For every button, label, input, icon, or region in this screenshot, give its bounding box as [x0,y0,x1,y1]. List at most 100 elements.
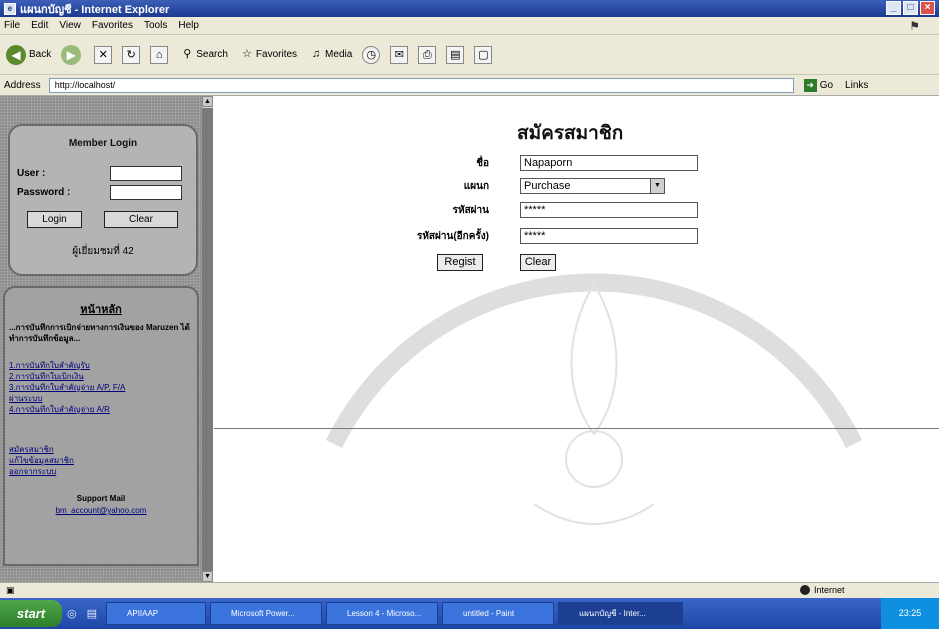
media-button[interactable]: ♫ Media [307,46,352,64]
ie-icon: e [4,2,16,15]
system-tray: 23:25 [881,598,939,629]
scroll-down-icon[interactable]: ▼ [202,571,213,582]
password-input[interactable] [110,185,182,200]
task-powerpoint[interactable]: Microsoft Power... [210,602,323,625]
main-content: สมัครสมาชิก ชื่อ Napaporn แผนก Purchase … [214,96,939,582]
password-label: รหัสผ่าน [452,205,489,216]
chevron-down-icon[interactable]: ▼ [650,179,664,193]
search-icon: ⚲ [183,47,192,60]
print-button[interactable]: ⎙ [418,45,437,64]
security-zone: Internet [800,585,845,595]
sidebar: Member Login User : Password : Login Cle… [0,96,201,582]
search-button[interactable]: ⚲ Search [178,46,228,64]
department-value: Purchase [524,180,571,192]
favorites-label: Favorites [255,49,298,60]
back-button[interactable]: ◀ Back [6,44,52,65]
support-label: Support Mail [76,494,126,503]
department-label: แผนก [463,181,489,192]
toolbar: ◀ Back ▶ ✕ ↻ ⌂ ⚲ Search ☆ Favorites ♫ Me… [0,35,939,75]
department-select[interactable]: Purchase ▼ [520,178,665,194]
menu-edit[interactable]: Edit [31,20,48,31]
password-input[interactable]: ***** [520,202,698,218]
mail-button[interactable]: ✉ [390,45,409,64]
link-register[interactable]: สมัครสมาชิก [9,445,54,454]
link-system[interactable]: ผ่านระบบ [9,394,42,403]
menu-file[interactable]: File [4,20,20,31]
minimize-button[interactable]: _ [886,1,901,15]
visitor-count: ผู้เยี่ยมชมที่ 42 [72,246,134,257]
home-button[interactable]: ⌂ [150,45,169,64]
main-menu-box: หน้าหลัก ...การบันทึกการเบิกจ่ายทางการเง… [3,286,199,566]
star-icon: ☆ [241,47,252,60]
quicklaunch-desktop-icon[interactable]: ▤ [87,607,97,620]
support-email[interactable]: bm_account@yahoo.com [56,506,147,515]
menu-help[interactable]: Help [178,20,199,31]
link-edit-member[interactable]: แก้ไขข้อมูลสมาชิก [9,456,74,465]
back-arrow-icon: ◀ [6,44,26,65]
taskbar: start ◎ ▤ APIIAAP Microsoft Power... Les… [0,598,939,629]
history-button[interactable]: ◷ [362,45,381,64]
menu-bar: File Edit View Favorites Tools Help ⚑ [0,17,939,35]
menu-view[interactable]: View [59,20,81,31]
task-apiiaap[interactable]: APIIAAP [106,602,207,625]
member-login-box: Member Login User : Password : Login Cle… [8,124,198,276]
history-icon: ◷ [362,45,381,64]
links-button[interactable]: Links [845,80,868,91]
stop-icon: ✕ [94,45,113,64]
page-icon: ▣ [6,585,15,595]
discuss-button[interactable]: ▢ [474,45,493,64]
discuss-icon: ▢ [474,45,493,64]
clear-form-button[interactable]: Clear [520,254,556,271]
go-arrow-icon[interactable]: ➜ [803,78,817,92]
sidebar-scrollbar[interactable]: ▲ ▼ [201,96,213,582]
link-payment-voucher-ar[interactable]: 4.การบันทึกใบสำคัญจ่าย A/R [9,405,110,414]
task-paint[interactable]: untitled - Paint [442,602,555,625]
address-bar: Address http://localhost/ ➜ Go Links [0,75,939,96]
favorites-button[interactable]: ☆ Favorites [238,46,297,64]
menu-tools[interactable]: Tools [144,20,167,31]
edit-button[interactable]: ▤ [446,45,465,64]
edit-icon: ▤ [446,45,465,64]
forward-button[interactable]: ▶ [61,44,84,65]
menu-favorites[interactable]: Favorites [92,20,133,31]
back-label: Back [29,49,52,60]
task-word[interactable]: Lesson 4 - Microso... [326,602,439,625]
task-ie-active[interactable]: แผนกบัญชี - Inter... [558,602,684,625]
login-button[interactable]: Login [27,211,82,228]
quicklaunch-ie-icon[interactable]: ◎ [67,607,77,620]
address-label: Address [4,79,41,91]
support-email-link[interactable]: bm_account@yahoo.com [5,506,197,515]
stop-button[interactable]: ✕ [94,45,113,64]
mail-icon: ✉ [390,45,409,64]
address-input[interactable]: http://localhost/ [48,77,794,93]
account-links: สมัครสมาชิก แก้ไขข้อมูลสมาชิก ออกจากระบบ [9,444,199,477]
start-button[interactable]: start [0,600,62,627]
task-links: 1.การบันทึกใบสำคัญรับ 2.การบันทึกใบเบิกเ… [9,360,199,415]
link-payment-voucher-ap[interactable]: 3.การบันทึกใบสำคัญจ่าย A/P, F/A [9,383,125,392]
home-icon: ⌂ [150,45,169,64]
scroll-up-icon[interactable]: ▲ [202,96,213,107]
regist-button[interactable]: Regist [437,254,483,271]
link-receipt-voucher[interactable]: 1.การบันทึกใบสำคัญรับ [9,361,90,370]
close-button[interactable]: × [920,1,935,15]
clock: 23:25 [898,608,922,618]
name-input[interactable]: Napaporn [520,155,698,171]
clear-login-button[interactable]: Clear [104,211,178,228]
maximize-button[interactable]: □ [903,1,918,15]
confirm-password-input[interactable]: ***** [520,228,698,244]
register-form-title: สมัครสมาชิก [517,123,624,144]
confirm-password-label: รหัสผ่าน(อีกครั้ง) [416,231,489,242]
scroll-thumb[interactable] [202,108,213,574]
link-logout[interactable]: ออกจากระบบ [9,467,56,476]
menu-title[interactable]: หน้าหลัก [5,300,197,318]
refresh-button[interactable]: ↻ [122,45,141,64]
title-bar[interactable]: e แผนกบัญชี - Internet Explorer _ □ × [0,0,939,17]
link-withdrawal[interactable]: 2.การบันทึกใบเบิกเงิน [9,372,84,381]
status-bar: ▣ Internet [0,582,939,598]
user-label: User : [17,168,46,179]
login-title: Member Login [68,138,138,149]
go-button[interactable]: Go [820,80,833,91]
user-input[interactable] [110,166,182,181]
name-label: ชื่อ [476,158,489,169]
menu-description: ...การบันทึกการเบิกจ่ายทางการเงินของ Mar… [9,323,190,343]
